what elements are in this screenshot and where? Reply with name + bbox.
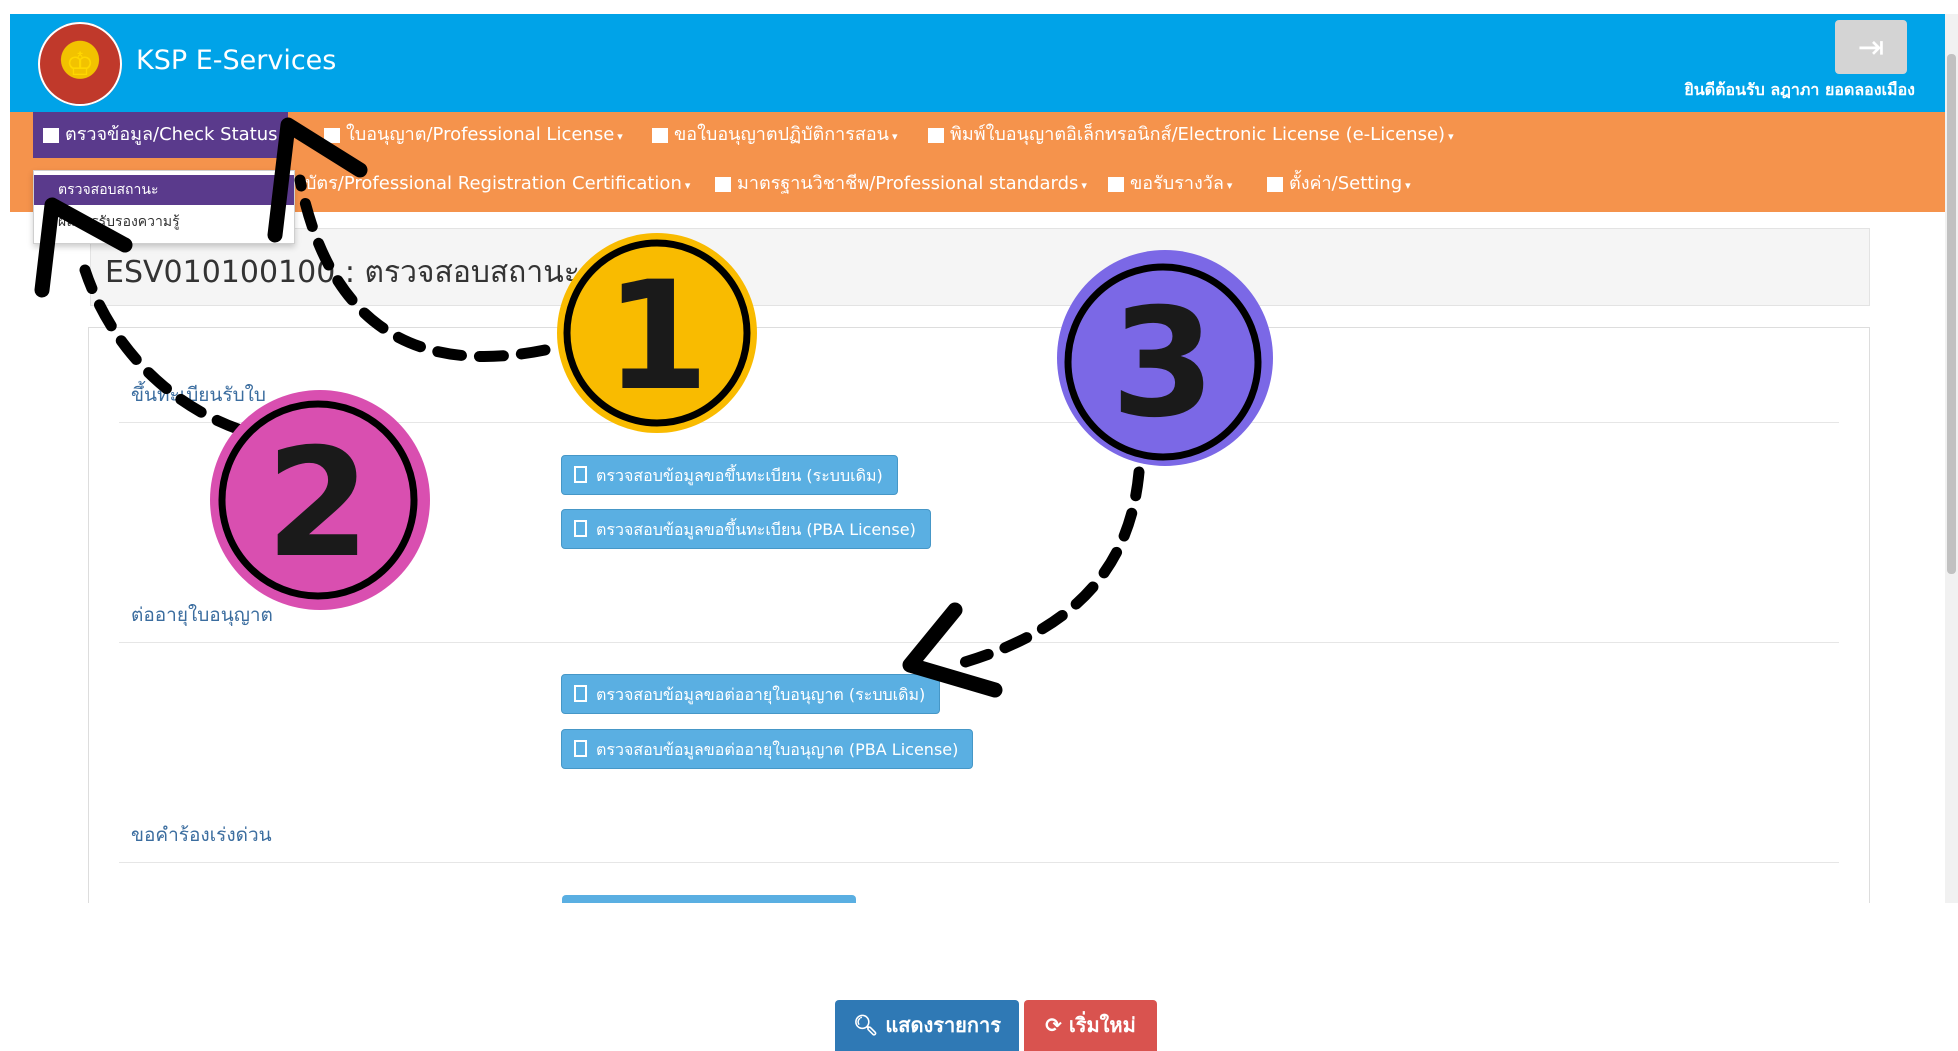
annotation-overlay: 1 2 3 bbox=[34, 117, 1273, 698]
annotation-badge-3: 3 bbox=[1057, 250, 1273, 466]
arrow-1-head bbox=[267, 117, 368, 243]
badge-number: 2 bbox=[266, 417, 370, 591]
arrow-2-path bbox=[79, 264, 286, 446]
annotation-badge-1: 1 bbox=[557, 233, 757, 433]
badge-number: 3 bbox=[1111, 277, 1215, 451]
badge-number: 1 bbox=[605, 250, 709, 424]
arrow-3-path bbox=[949, 424, 1146, 671]
annotation-badge-2: 2 bbox=[210, 390, 430, 610]
arrow-3-head bbox=[902, 602, 1003, 698]
arrow-1-path bbox=[294, 174, 551, 362]
